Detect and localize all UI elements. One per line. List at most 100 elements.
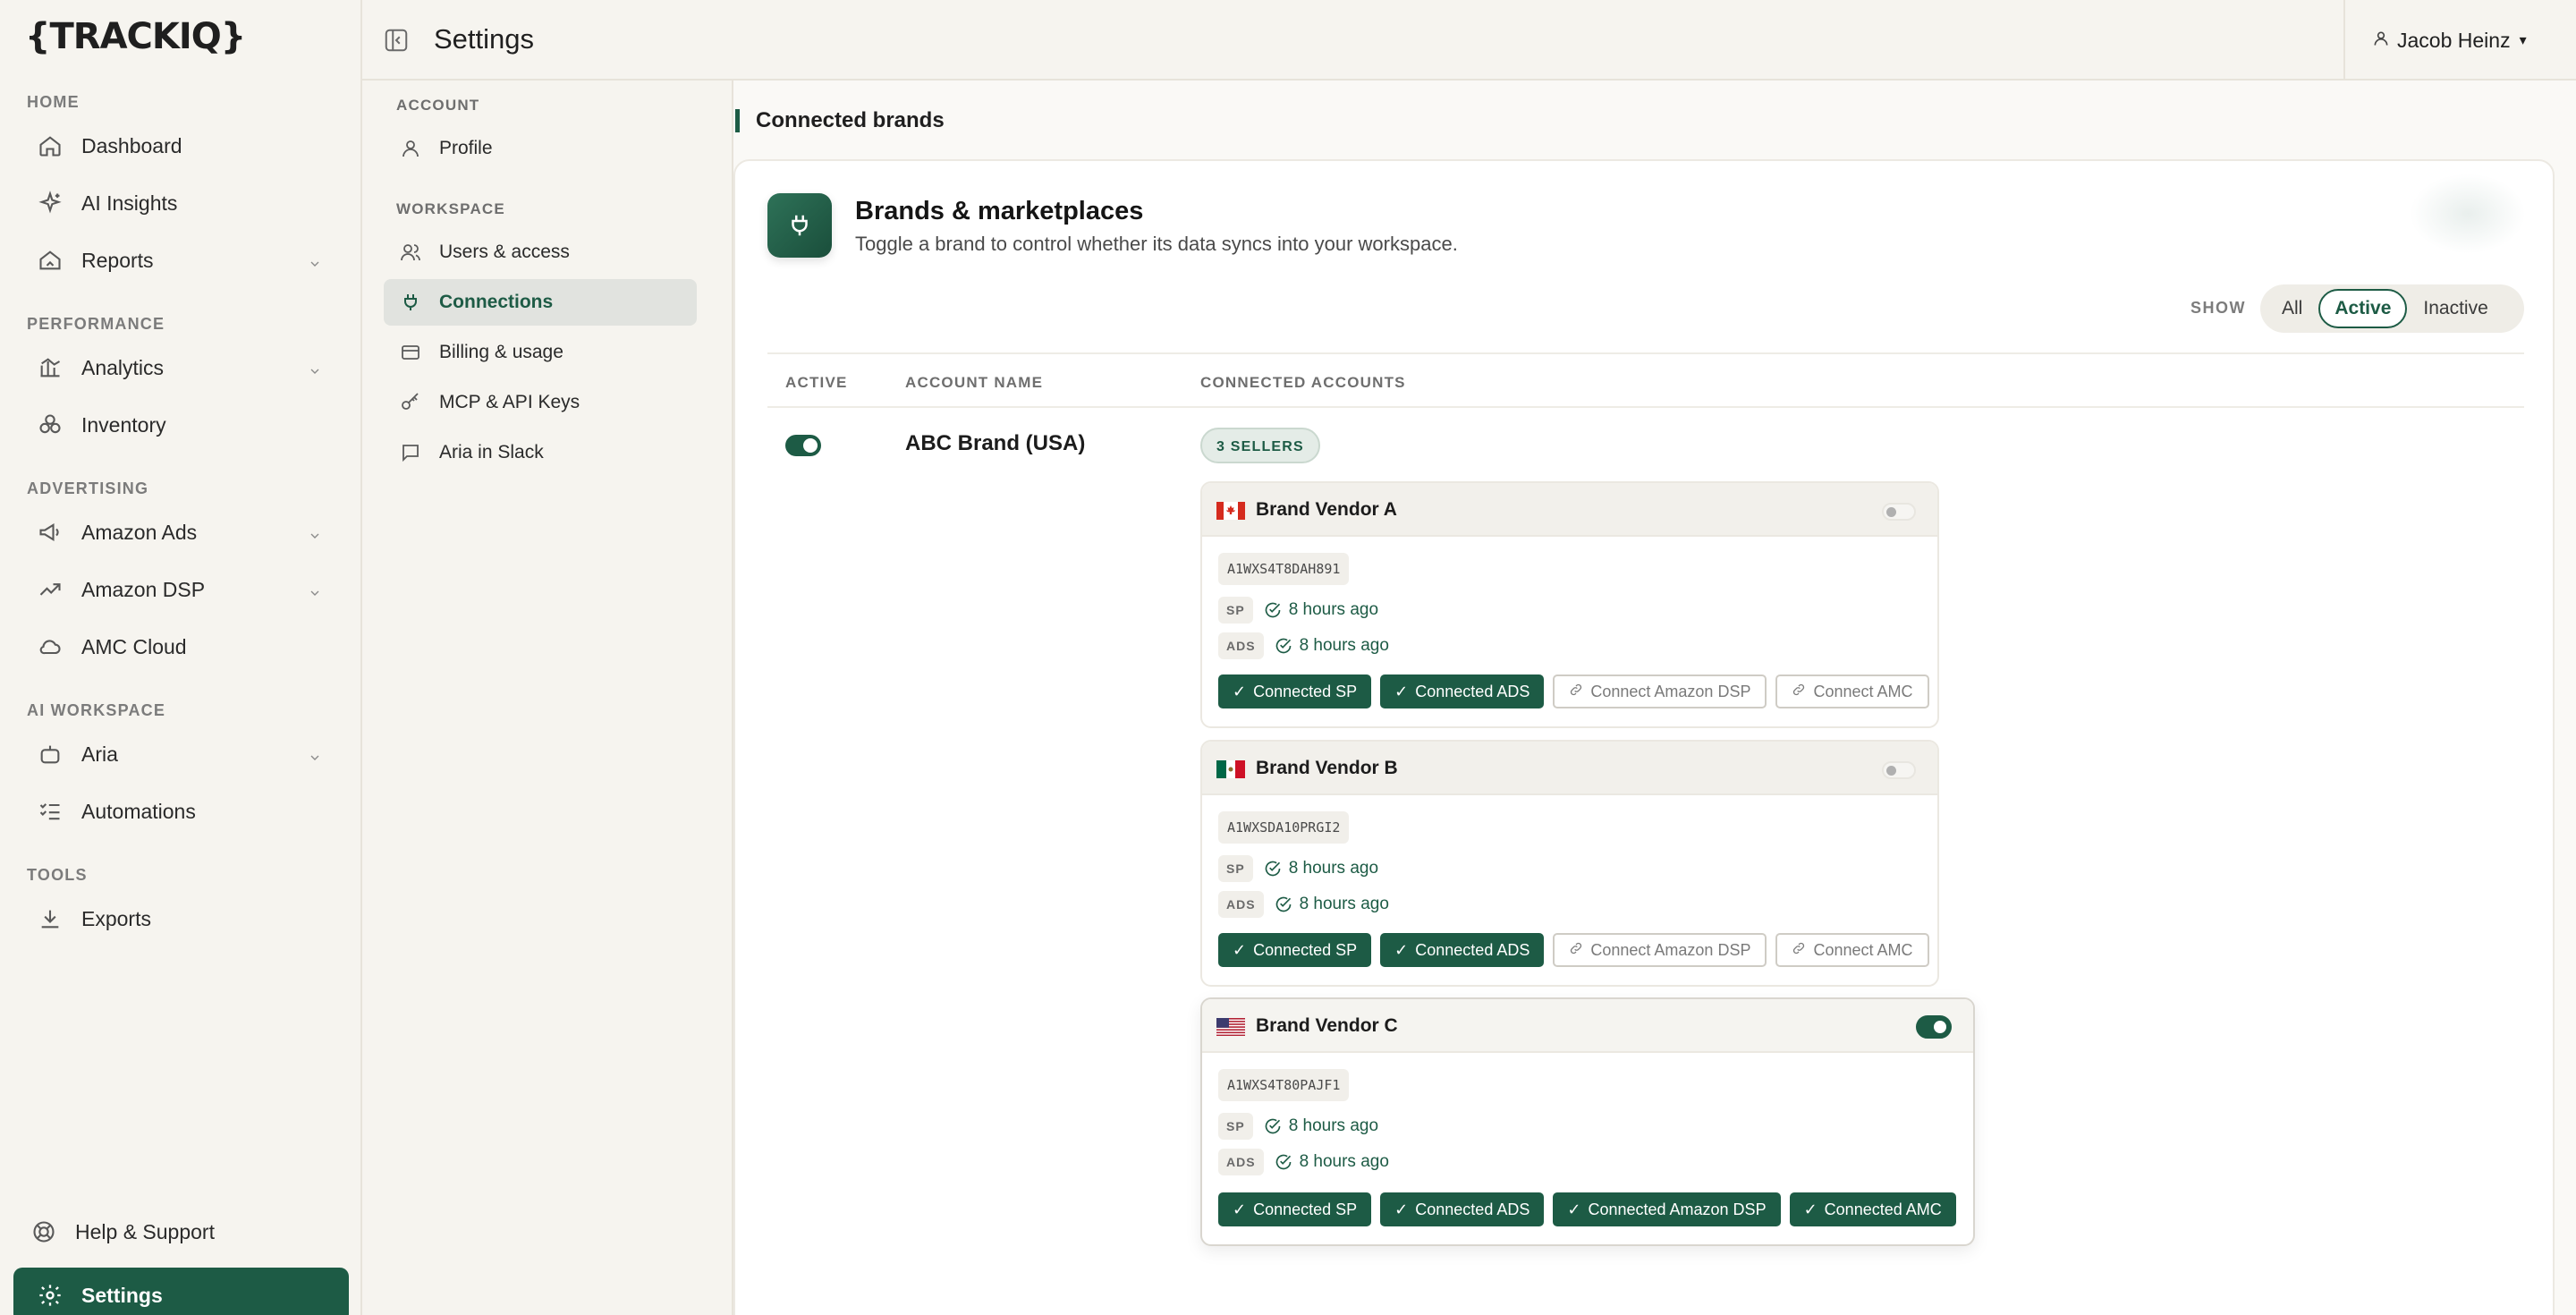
vendor-header: Brand Vendor B <box>1202 742 1937 795</box>
sp-last-sync: 8 hours ago <box>1288 600 1379 619</box>
seller-id: A1WXS4T8DAH891 <box>1218 553 1350 585</box>
subnav-item-aria-slack[interactable]: Aria in Slack <box>384 429 697 476</box>
sp-sync-status: SP 8 hours ago <box>1218 854 1378 883</box>
nav-section-tools: TOOLS <box>27 866 88 884</box>
sp-tag: SP <box>1218 597 1253 624</box>
subnav-item-connections[interactable]: Connections <box>384 279 697 326</box>
sidebar-item-reports[interactable]: Reports <box>13 234 349 286</box>
connected-ads-button[interactable]: ✓ Connected ADS <box>1380 1192 1545 1226</box>
subnav-item-label: Profile <box>439 138 493 158</box>
chevron-down-icon[interactable] <box>308 581 322 606</box>
sidebar-item-label: Exports <box>81 906 151 930</box>
sidebar-item-amc-cloud[interactable]: AMC Cloud <box>13 621 349 673</box>
connect-amc-button[interactable]: Connect AMC <box>1775 674 1929 708</box>
connected-sp-button[interactable]: ✓ Connected SP <box>1218 933 1372 967</box>
subnav-item-mcp-api-keys[interactable]: MCP & API Keys <box>384 379 697 426</box>
vendor-toggle[interactable] <box>1916 1015 1952 1039</box>
subnav-item-users-access[interactable]: Users & access <box>384 229 697 276</box>
connected-amc-button[interactable]: ✓ Connected AMC <box>1789 1192 1956 1226</box>
sidebar-item-inventory[interactable]: Inventory <box>13 399 349 451</box>
plug-icon <box>767 193 832 258</box>
megaphone-icon <box>37 519 64 546</box>
sp-tag: SP <box>1218 855 1253 882</box>
sp-last-sync: 8 hours ago <box>1288 1116 1379 1135</box>
user-menu[interactable]: Jacob Heinz ▾ <box>2343 0 2576 81</box>
button-label: Connect Amazon DSP <box>1590 941 1751 959</box>
ads-sync-status: ADS 8 hours ago <box>1218 890 1389 919</box>
subnav-item-billing-usage[interactable]: Billing & usage <box>384 329 697 376</box>
chevron-down-icon[interactable] <box>308 524 322 548</box>
sidebar-item-dashboard[interactable]: Dashboard <box>13 120 349 172</box>
sidebar-item-label: Analytics <box>81 355 165 379</box>
download-icon <box>37 905 64 932</box>
connected-ads-button[interactable]: ✓ Connected ADS <box>1380 933 1545 967</box>
chevron-down-icon[interactable] <box>308 252 322 276</box>
chevron-down-icon[interactable] <box>308 360 322 384</box>
check-circle-icon <box>1275 1153 1292 1171</box>
sidebar-item-automations[interactable]: Automations <box>13 785 349 837</box>
sidebar-item-label: Settings <box>81 1283 163 1307</box>
check-circle-icon <box>1275 895 1292 913</box>
account-active-toggle[interactable] <box>785 435 821 456</box>
check-circle-icon <box>1264 1117 1282 1135</box>
vendor-card-b: Brand Vendor B A1WXSDA10PRGI2 SP 8 hours… <box>1200 740 1939 987</box>
vendor-toggle[interactable] <box>1882 503 1916 521</box>
seller-id: A1WXSDA10PRGI2 <box>1218 811 1350 844</box>
show-filter-label: SHOW <box>2190 299 2246 317</box>
link-icon <box>1569 935 1583 965</box>
button-label: Connected AMC <box>1824 1200 1942 1218</box>
check-icon: ✓ <box>1394 683 1409 700</box>
connect-amazon-dsp-button[interactable]: Connect Amazon DSP <box>1553 933 1767 967</box>
home-icon <box>37 132 64 159</box>
connected-sp-button[interactable]: ✓ Connected SP <box>1218 674 1372 708</box>
sidebar-item-label: Dashboard <box>81 133 182 157</box>
connect-amc-button[interactable]: Connect AMC <box>1775 933 1929 967</box>
app-logo[interactable]: {TRACKIQ} <box>25 16 246 63</box>
sidebar-item-settings[interactable]: Settings <box>13 1268 349 1315</box>
filter-inactive[interactable]: Inactive <box>2407 289 2504 328</box>
connection-buttons: ✓ Connected SP ✓ Connected ADS Connect Ama… <box>1218 933 1929 967</box>
sidebar-item-amazon-dsp[interactable]: Amazon DSP <box>13 564 349 615</box>
user-icon <box>2372 29 2390 53</box>
connected-sp-button[interactable]: ✓ Connected SP <box>1218 1192 1372 1226</box>
help-support-link[interactable]: Help & Support <box>7 1206 343 1258</box>
column-header-active: ACTIVE <box>785 374 848 391</box>
sp-tag: SP <box>1218 1113 1253 1140</box>
sidebar-item-ai-insights[interactable]: AI Insights <box>13 177 349 229</box>
sidebar-item-exports[interactable]: Exports <box>13 893 349 945</box>
vendor-toggle[interactable] <box>1882 761 1916 779</box>
sidebar-item-label: AMC Cloud <box>81 634 187 658</box>
filter-active[interactable]: Active <box>2318 289 2408 328</box>
sidebar-item-aria[interactable]: Aria <box>13 728 349 780</box>
sidebar-item-label: Automations <box>81 799 196 823</box>
link-icon <box>1569 676 1583 707</box>
ads-last-sync: 8 hours ago <box>1299 1152 1389 1171</box>
cloud-icon <box>37 633 64 660</box>
collapse-sidebar-icon[interactable] <box>382 27 411 54</box>
decorative-glow <box>2410 174 2526 254</box>
chevron-down-icon[interactable] <box>308 746 322 770</box>
user-icon <box>400 138 423 159</box>
status-filter: All Active Inactive <box>2260 284 2524 333</box>
subnav-item-profile[interactable]: Profile <box>384 125 697 172</box>
column-header-account-name: ACCOUNT NAME <box>905 374 1044 391</box>
brands-card: Brands & marketplaces Toggle a brand to … <box>733 159 2555 1315</box>
ads-tag: ADS <box>1218 891 1264 918</box>
connection-buttons: ✓ Connected SP ✓ Connected ADS ✓ Connected … <box>1218 1192 1956 1226</box>
sidebar-item-label: AI Insights <box>81 191 178 215</box>
sidebar-item-analytics[interactable]: Analytics <box>13 342 349 394</box>
button-label: Connected SP <box>1253 941 1358 959</box>
check-icon: ✓ <box>1567 1200 1581 1218</box>
connect-amazon-dsp-button[interactable]: Connect Amazon DSP <box>1553 674 1767 708</box>
button-label: Connected SP <box>1253 1200 1358 1218</box>
check-icon: ✓ <box>1803 1200 1818 1218</box>
connected-amazon-dsp-button[interactable]: ✓ Connected Amazon DSP <box>1553 1192 1781 1226</box>
plug-icon <box>400 292 423 313</box>
top-bar: Settings Jacob Heinz ▾ <box>362 0 2576 81</box>
page-title: Settings <box>434 23 535 55</box>
filter-all[interactable]: All <box>2266 289 2318 328</box>
sidebar-item-amazon-ads[interactable]: Amazon Ads <box>13 506 349 558</box>
sidebar-item-label: Aria <box>81 742 118 766</box>
connected-ads-button[interactable]: ✓ Connected ADS <box>1380 674 1545 708</box>
lifebuoy-icon <box>30 1218 57 1245</box>
